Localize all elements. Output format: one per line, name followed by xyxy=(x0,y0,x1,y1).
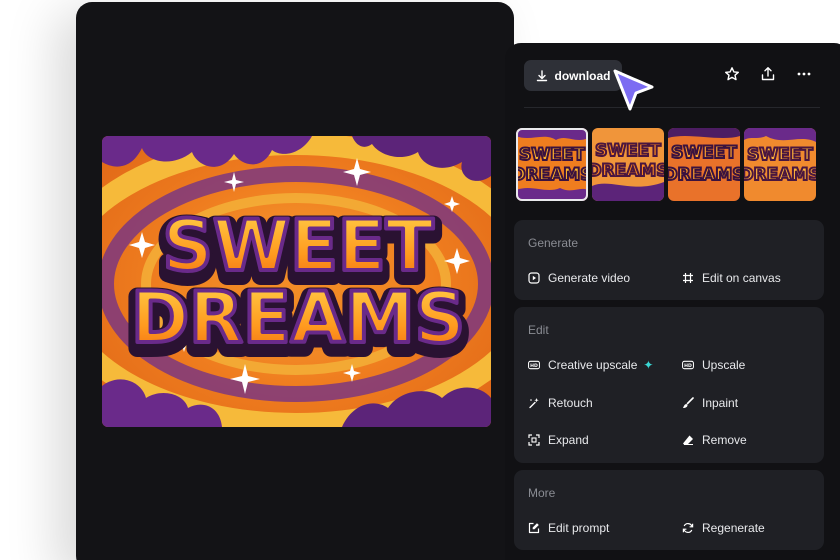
artwork-line1-fill: SWEET xyxy=(162,205,433,287)
inpaint-label: Inpaint xyxy=(702,396,739,410)
magic-wand-icon xyxy=(528,397,540,409)
edit-on-canvas-button[interactable]: Edit on canvas xyxy=(682,271,781,285)
retouch-label: Retouch xyxy=(548,396,593,410)
generate-video-button[interactable]: Generate video xyxy=(528,271,630,285)
thumb1-line2: DREAMS xyxy=(516,165,588,185)
star-icon[interactable] xyxy=(723,65,741,83)
thumb2-line2: DREAMS xyxy=(592,161,664,181)
actions-panel: download SWEET DREAMS SWEET DREAMS SWEET DR… xyxy=(505,43,840,560)
svg-text:HD: HD xyxy=(530,363,538,369)
remove-label: Remove xyxy=(702,433,747,447)
creative-upscale-button[interactable]: HD Creative upscale ✦ xyxy=(528,358,653,372)
thumb4-line2: DREAMS xyxy=(744,165,816,185)
thumb3-line1: SWEET xyxy=(671,143,737,163)
artwork-line2-fill: DREAMS xyxy=(131,277,465,359)
regenerate-button[interactable]: Regenerate xyxy=(682,521,765,535)
edit-on-canvas-label: Edit on canvas xyxy=(702,271,781,285)
generate-video-label: Generate video xyxy=(548,271,631,285)
thumb2-line1: SWEET xyxy=(595,141,661,161)
stage: SWEET SWEET DREAMS DREAMS download SWEET… xyxy=(0,0,840,560)
preview-card: SWEET SWEET DREAMS DREAMS xyxy=(76,2,514,560)
hd-plus-icon: HD xyxy=(528,359,540,371)
hd-icon: HD xyxy=(682,359,694,371)
download-label: download xyxy=(554,68,611,83)
toolbar-divider xyxy=(524,107,820,108)
edit-prompt-icon xyxy=(528,522,540,534)
upscale-label: Upscale xyxy=(702,358,746,372)
svg-text:HD: HD xyxy=(684,363,692,369)
edit-section: Edit HD Creative upscale ✦ HD Upscale Re… xyxy=(514,307,824,463)
creative-upscale-label: Creative upscale xyxy=(548,358,638,372)
thumbnail-2[interactable]: SWEET DREAMS xyxy=(592,128,664,201)
thumb4-line1: SWEET xyxy=(747,145,813,165)
generate-title: Generate xyxy=(528,236,579,250)
regenerate-icon xyxy=(682,522,694,534)
edit-title: Edit xyxy=(528,323,549,337)
thumb3-line2: DREAMS xyxy=(668,165,740,185)
canvas-icon xyxy=(682,272,694,284)
more-icon[interactable] xyxy=(795,65,813,83)
generate-section: Generate Generate video Edit on canvas xyxy=(514,220,824,300)
pointer-cursor-icon xyxy=(613,69,654,111)
sparkle-icon: ✦ xyxy=(643,358,654,372)
more-section: More Edit prompt Regenerate xyxy=(514,470,824,550)
eraser-icon xyxy=(682,434,694,446)
upscale-button[interactable]: HD Upscale xyxy=(682,358,745,372)
thumbnail-1[interactable]: SWEET DREAMS xyxy=(516,128,588,201)
thumbnail-4[interactable]: SWEET DREAMS xyxy=(744,128,816,201)
artwork-image: SWEET SWEET DREAMS DREAMS xyxy=(102,136,491,427)
remove-button[interactable]: Remove xyxy=(682,433,747,447)
thumbnail-strip: SWEET DREAMS SWEET DREAMS SWEET DREAMS SWEE… xyxy=(516,128,816,201)
retouch-button[interactable]: Retouch xyxy=(528,396,593,410)
thumbnail-3[interactable]: SWEET DREAMS xyxy=(668,128,740,201)
play-icon xyxy=(528,272,540,284)
share-icon[interactable] xyxy=(759,65,777,83)
brush-icon xyxy=(682,397,694,409)
edit-prompt-button[interactable]: Edit prompt xyxy=(528,521,609,535)
top-icon-bar xyxy=(723,65,813,83)
more-title: More xyxy=(528,486,556,500)
expand-icon xyxy=(528,434,540,446)
main-artwork[interactable]: SWEET SWEET DREAMS DREAMS xyxy=(102,136,491,427)
download-button[interactable]: download xyxy=(524,60,622,91)
thumb1-line1: SWEET xyxy=(519,145,585,165)
edit-prompt-label: Edit prompt xyxy=(548,521,610,535)
download-icon xyxy=(536,69,547,81)
expand-button[interactable]: Expand xyxy=(528,433,589,447)
regenerate-label: Regenerate xyxy=(702,521,765,535)
inpaint-button[interactable]: Inpaint xyxy=(682,396,738,410)
expand-label: Expand xyxy=(548,433,589,447)
